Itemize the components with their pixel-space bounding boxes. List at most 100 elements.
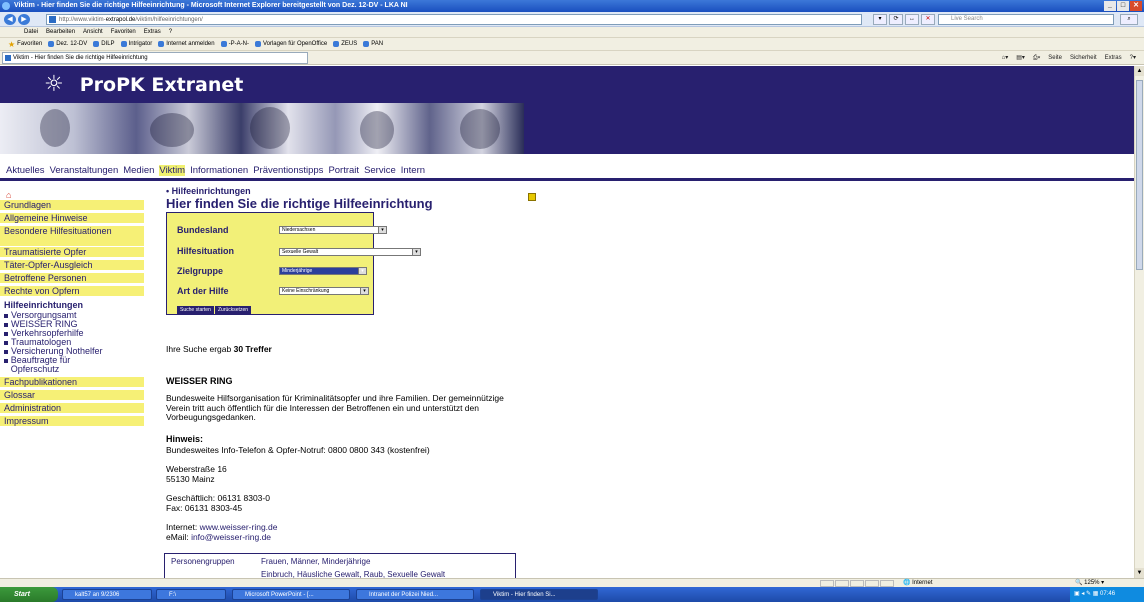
fav-link[interactable]: DILP: [93, 38, 115, 50]
page-viewport: ☼ ProPK Extranet Aktuelles Veranstaltung…: [0, 66, 1134, 578]
bullet-icon: [4, 359, 8, 363]
website-link[interactable]: www.weisser-ring.de: [200, 522, 278, 532]
refresh-icon[interactable]: ⟳: [889, 14, 903, 25]
sidebar-item-allgemeine-hinweise[interactable]: Allgemeine Hinweise: [0, 213, 144, 224]
site-logo[interactable]: ☼ ProPK Extranet: [44, 72, 243, 97]
fav-link[interactable]: Dez. 12-DV: [48, 38, 87, 50]
menu-help[interactable]: ?: [169, 27, 172, 37]
taskbar-item[interactable]: F:\: [156, 589, 226, 600]
nav-veranstaltungen[interactable]: Veranstaltungen: [50, 165, 119, 176]
fav-link[interactable]: PAN: [363, 38, 383, 50]
scroll-down-icon[interactable]: ▼: [1135, 568, 1144, 578]
zoom-label: 125%: [1084, 580, 1100, 586]
bundesland-select[interactable]: Niedersachsen ▾: [279, 226, 387, 234]
menu-datei[interactable]: Datei: [24, 27, 38, 37]
help-icon[interactable]: ?▾: [1130, 53, 1136, 63]
home-icon[interactable]: ⌂▾: [1002, 53, 1009, 63]
fav-link[interactable]: Intrigator: [120, 38, 152, 50]
forward-icon[interactable]: ▶: [18, 14, 30, 25]
sidebar-item-taeter-opfer-ausgleich[interactable]: Täter-Opfer-Ausgleich: [0, 260, 144, 271]
hinweis-text: Bundesweites Info-Telefon & Opfer-Notruf…: [166, 445, 430, 455]
compat-icon[interactable]: ↔: [905, 14, 919, 25]
command-sicherheit[interactable]: Sicherheit: [1070, 53, 1097, 63]
nav-intern[interactable]: Intern: [401, 165, 425, 176]
scroll-thumb[interactable]: [1136, 80, 1143, 270]
fav-link[interactable]: Vorlagen für OpenOffice: [254, 38, 327, 50]
email-link[interactable]: info@weisser-ring.de: [191, 532, 271, 542]
art-der-hilfe-select[interactable]: Keine Einschränkung ▾: [279, 287, 369, 295]
menu-favoriten[interactable]: Favoriten: [111, 27, 136, 37]
title-bar: Viktim - Hier finden Sie die richtige Hi…: [0, 0, 1144, 12]
link-icon: [93, 41, 100, 47]
taskbar-item[interactable]: Intranet der Polizei Nied...: [356, 589, 474, 600]
taskbar-item[interactable]: kalt57 an 9/2306: [62, 589, 152, 600]
bundesland-label: Bundesland: [177, 225, 229, 235]
stop-icon[interactable]: ✕: [921, 14, 935, 25]
favorites-label: Favoriten: [17, 40, 43, 47]
sidebar-item-impressum[interactable]: Impressum: [0, 416, 144, 427]
sidebar-sub-beauftragte[interactable]: Beauftragte für Opferschutz: [4, 356, 114, 374]
link-icon: [48, 41, 55, 47]
search-start-button[interactable]: Suche starten: [177, 306, 214, 314]
address-bar[interactable]: http://www.viktim-extrapol.de/viktim/hil…: [46, 14, 862, 25]
nav-portrait[interactable]: Portrait: [328, 165, 359, 176]
search-input[interactable]: Live Search: [938, 14, 1114, 25]
system-tray: ▣ ◂ ✎ ▦ 07:46: [1070, 587, 1144, 602]
print-icon[interactable]: ⎙▾: [1033, 53, 1040, 63]
hilfesituation-value: Sexuelle Gewalt: [282, 249, 319, 255]
scroll-up-icon[interactable]: ▲: [1135, 66, 1144, 76]
nav-aktuelles[interactable]: Aktuelles: [6, 165, 45, 176]
vertical-scrollbar[interactable]: ▲ ▼: [1134, 66, 1144, 578]
hilfesituation-select[interactable]: Sexuelle Gewalt ▾: [279, 248, 421, 256]
internet-label: Internet:: [166, 522, 198, 532]
search-button[interactable]: ⌕: [1120, 14, 1138, 25]
nav-medien[interactable]: Medien: [123, 165, 154, 176]
command-seite[interactable]: Seite: [1048, 53, 1062, 63]
breadcrumb[interactable]: • Hilfeeinrichtungen: [166, 186, 526, 196]
browser-tab[interactable]: Viktim - Hier finden Sie die richtige Hi…: [2, 52, 308, 64]
fav-label: PAN: [371, 40, 384, 47]
nav-informationen[interactable]: Informationen: [190, 165, 248, 176]
menu-extras[interactable]: Extras: [144, 27, 161, 37]
taskbar-item-active[interactable]: Viktim - Hier finden Si...: [480, 589, 598, 600]
sidebar-item-glossar[interactable]: Glossar: [0, 390, 144, 401]
feeds-icon[interactable]: ▤▾: [1016, 53, 1025, 63]
sidebar-item-grundlagen[interactable]: Grundlagen: [0, 200, 144, 211]
art-der-hilfe-value: Keine Einschränkung: [282, 288, 330, 294]
fav-link[interactable]: Internet anmelden: [158, 38, 215, 50]
chevron-down-icon: ▾: [358, 268, 366, 274]
go-dropdown-icon[interactable]: ▾: [873, 14, 887, 25]
sidebar-item-besondere-hilfesituationen[interactable]: Besondere Hilfesituationen: [0, 226, 144, 247]
taskbar-item[interactable]: Microsoft PowerPoint - [...: [232, 589, 350, 600]
zielgruppe-label: Zielgruppe: [177, 266, 224, 276]
sidebar-item-fachpublikationen[interactable]: Fachpublikationen: [0, 377, 144, 388]
sidebar-item-traumatisierte-opfer[interactable]: Traumatisierte Opfer: [0, 247, 144, 258]
sidebar-section-hilfeeinrichtungen[interactable]: Hilfeeinrichtungen: [4, 300, 83, 310]
back-icon[interactable]: ◀: [4, 14, 16, 25]
fav-link[interactable]: ZEUS: [333, 38, 357, 50]
minimize-button[interactable]: _: [1104, 1, 1116, 11]
zielgruppe-value: Minderjährige: [282, 268, 313, 274]
nav-viktim[interactable]: Viktim: [159, 165, 186, 176]
tray-icons[interactable]: ▣ ◂ ✎ ▦: [1074, 591, 1100, 597]
close-button[interactable]: ✕: [1130, 1, 1142, 11]
sidebar-item-betroffene-personen[interactable]: Betroffene Personen: [0, 273, 144, 284]
nav-service[interactable]: Service: [364, 165, 396, 176]
page-title: Hier finden Sie die richtige Hilfeeinric…: [166, 196, 433, 211]
zielgruppe-select[interactable]: Minderjährige ▾: [279, 267, 367, 275]
start-button[interactable]: Start: [0, 587, 58, 602]
nav-praeventionstipps[interactable]: Präventionstipps: [253, 165, 323, 176]
favorites-button[interactable]: ★ Favoriten: [8, 38, 42, 50]
chevron-down-icon: ▾: [378, 227, 386, 233]
sidebar-item-administration[interactable]: Administration: [0, 403, 144, 414]
command-extras[interactable]: Extras: [1105, 53, 1122, 63]
fav-link[interactable]: -P-A-N-: [220, 38, 249, 50]
menu-bearbeiten[interactable]: Bearbeiten: [46, 27, 75, 37]
menu-ansicht[interactable]: Ansicht: [83, 27, 103, 37]
reset-button[interactable]: Zurücksetzen: [215, 306, 252, 314]
sidebar-item-rechte-von-opfern[interactable]: Rechte von Opfern: [0, 286, 144, 297]
maximize-button[interactable]: □: [1117, 1, 1129, 11]
home-icon[interactable]: ⌂: [6, 190, 11, 200]
bullet-icon: [4, 314, 8, 318]
org-description: Bundesweite Hilfsorganisation für Krimin…: [166, 393, 504, 422]
